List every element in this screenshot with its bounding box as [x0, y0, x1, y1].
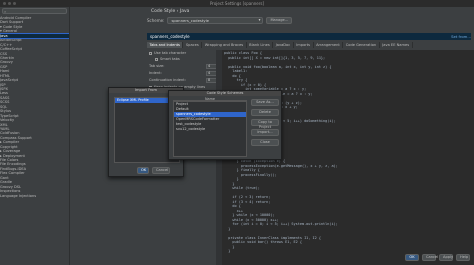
close-window-button[interactable]: [3, 2, 6, 5]
tab-javadoc[interactable]: JavaDoc: [273, 42, 294, 48]
page-title: Code Style › Java: [151, 9, 190, 14]
import-cancel-button[interactable]: Cancel: [152, 167, 170, 174]
tab-java-ee-names[interactable]: Java EE Names: [379, 42, 413, 48]
continuation-label: Continuation indent:: [149, 78, 186, 82]
dialog-buttons: OK Cancel Apply Help: [405, 254, 470, 261]
save-as-button[interactable]: Save As...: [251, 99, 279, 106]
tab-code-generation[interactable]: Code Generation: [343, 42, 380, 48]
code-line: public int[] X = new int[]{1, 3, 5, 7, 9…: [224, 55, 326, 60]
window-title: Project Settings [spanners]: [209, 1, 265, 6]
tab-tabs-and-indents[interactable]: Tabs and Indents: [147, 42, 184, 48]
copy-to-project-button[interactable]: Copy to Project: [251, 119, 279, 129]
code-line: for (int i = 0; i < 5; i++) System.out.p…: [224, 222, 338, 226]
apply-button[interactable]: Apply: [439, 254, 453, 261]
window-controls: [3, 2, 16, 5]
scheme-list-item[interactable]: svu12_codestyle: [174, 127, 246, 132]
tab-arrangement[interactable]: Arrangement: [313, 42, 344, 48]
import-button[interactable]: Import...: [251, 129, 279, 136]
manage-button[interactable]: Manage...: [266, 17, 293, 24]
ok-button[interactable]: OK: [405, 254, 419, 261]
tab-blank-lines[interactable]: Blank Lines: [246, 42, 274, 48]
set-from-link[interactable]: Set from...: [451, 34, 471, 39]
maximize-window-button[interactable]: [13, 2, 16, 5]
scheme-title-bar: spanners_codestyle: [147, 33, 471, 40]
tab-wrapping-and-braces[interactable]: Wrapping and Braces: [202, 42, 247, 48]
smart-tabs-row[interactable]: Smart tabs: [155, 57, 180, 61]
cancel-button[interactable]: Cancel: [422, 254, 438, 261]
indent-label: Indent:: [149, 71, 162, 75]
title-bar: Project Settings [spanners]: [0, 0, 474, 7]
smart-tabs-checkbox[interactable]: [155, 57, 158, 61]
code-line: }: [224, 249, 231, 253]
delete-button[interactable]: Delete: [251, 109, 279, 116]
import-ok-button[interactable]: OK: [137, 167, 149, 174]
smart-tabs-label: Smart tabs: [160, 57, 180, 61]
close-button[interactable]: Close: [251, 139, 279, 146]
scheme-label: Scheme:: [147, 18, 165, 23]
scheme-value: spanners_codestyle: [171, 18, 210, 23]
settings-tree: Android Compiler Dart Support ▾ Code Style…: [0, 16, 69, 198]
search-icon: ⌕: [4, 9, 7, 14]
schemes-list: Project Default spanners_codestyle OpenMRSC…: [173, 101, 247, 157]
code-style-tabs: Tabs and Indents Spaces Wrapping and Brace…: [147, 42, 413, 48]
sidebar-item[interactable]: Language Injections: [0, 194, 69, 198]
help-button[interactable]: Help: [456, 254, 470, 261]
settings-search-input[interactable]: ⌕: [2, 8, 67, 14]
tab-spaces[interactable]: Spaces: [183, 42, 203, 48]
settings-sidebar: ⌕ Android Compiler Dart Support ▾ Code Sty…: [0, 7, 70, 265]
scheme-row: Scheme: spanners_codestyle ▾ Manage...: [147, 17, 293, 24]
use-tab-row[interactable]: Use tab character: [149, 51, 186, 55]
chevron-down-icon: ▾: [258, 18, 261, 22]
code-style-schemes-dialog: Code Style Schemes Name Project Default sp…: [168, 90, 282, 160]
scheme-select[interactable]: spanners_codestyle ▾: [167, 17, 264, 24]
settings-window: Project Settings [spanners] ⌕ Android Co…: [0, 0, 474, 265]
use-tab-label: Use tab character: [154, 51, 187, 55]
schemes-dialog-title: Code Style Schemes: [169, 91, 281, 96]
use-tab-checkbox[interactable]: [149, 51, 152, 55]
minimize-window-button[interactable]: [8, 2, 11, 5]
tab-size-label: Tab size:: [149, 64, 165, 68]
tab-imports[interactable]: Imports: [293, 42, 314, 48]
schemes-buttons: Save As... Delete Copy to Project Import...…: [251, 99, 279, 146]
